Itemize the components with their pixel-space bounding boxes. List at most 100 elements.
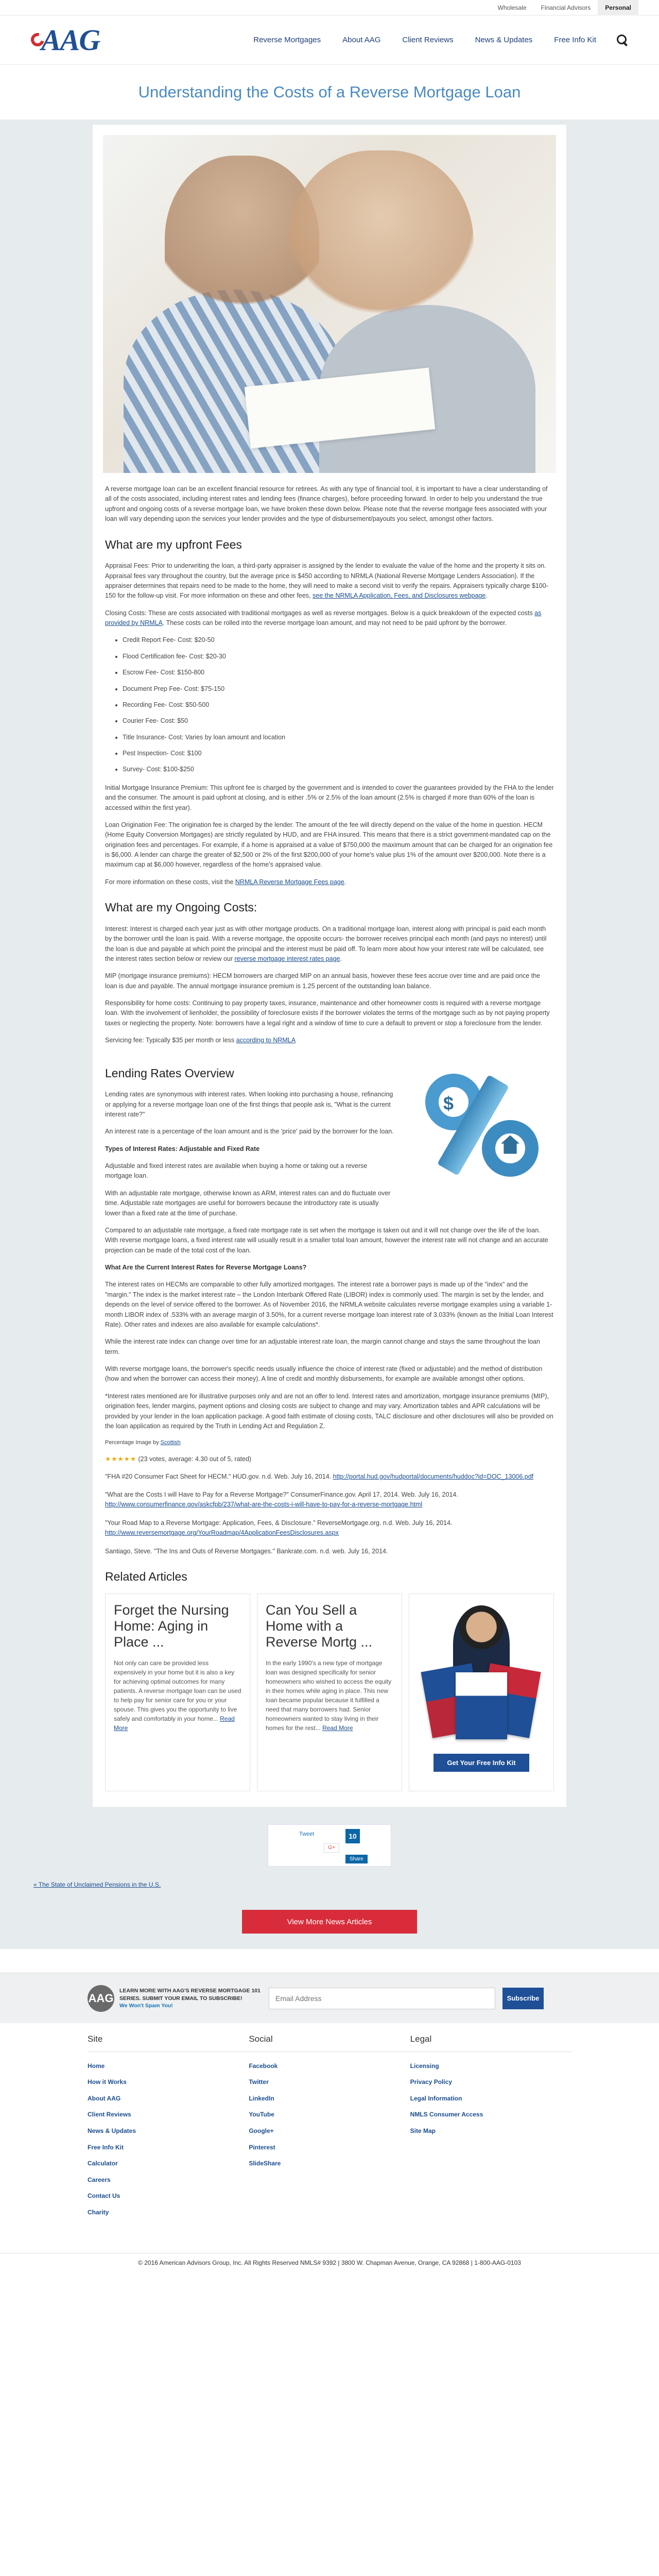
types-paragraph-1: Adjustable and fixed interest rates are …: [105, 1162, 368, 1180]
previous-article: « The State of Unclaimed Pensions in the…: [33, 1880, 626, 1890]
footer-link[interactable]: Careers: [88, 2175, 249, 2185]
footer-link[interactable]: Charity: [88, 2208, 249, 2217]
page-title: Understanding the Costs of a Reverse Mor…: [138, 82, 521, 101]
list-item: Document Prep Fee- Cost: $75-150: [123, 684, 554, 694]
page-title-band: Understanding the Costs of a Reverse Mor…: [0, 65, 659, 120]
related-card[interactable]: Forget the Nursing Home: Aging in Place …: [105, 1593, 250, 1791]
tweet-button[interactable]: Tweet: [299, 1830, 314, 1839]
rating-stars-icon[interactable]: ★★★★★: [105, 1455, 136, 1463]
closing-paragraph: Closing Costs: These are costs associate…: [105, 609, 542, 627]
view-more-button[interactable]: View More News Articles: [242, 1910, 417, 1934]
interest-paragraph: Interest: Interest is charged each year …: [105, 925, 547, 962]
nrmla-fees-page-link[interactable]: NRMLA Reverse Mortgage Fees page: [235, 878, 344, 886]
types-paragraph-2: With an adjustable rate mortgage, otherw…: [105, 1189, 391, 1217]
footer-col-social: Social Facebook Twitter LinkedIn YouTube…: [249, 2032, 410, 2253]
footer-link[interactable]: Free Info Kit: [88, 2143, 249, 2153]
nav-reverse-mortgages[interactable]: Reverse Mortgages: [253, 34, 321, 46]
percentage-image: $: [400, 1053, 554, 1187]
dollar-icon: $: [443, 1092, 454, 1114]
footer-link[interactable]: Legal Information: [410, 2094, 571, 2104]
nrmla-fees-link[interactable]: see the NRMLA Application, Fees, and Dis…: [313, 592, 485, 599]
footer-link[interactable]: YouTube: [249, 2110, 410, 2120]
footer-link[interactable]: Pinterest: [249, 2143, 410, 2153]
mip-ongoing-paragraph: MIP (mortgage insurance premiums): HECM …: [105, 972, 541, 990]
nav-client-reviews[interactable]: Client Reviews: [402, 34, 453, 46]
no-spam-text: We Won't Spam You!: [119, 2002, 173, 2009]
rates-heading: Lending Rates Overview: [105, 1066, 234, 1080]
card-body: Not only can care be provided less expen…: [114, 1659, 241, 1732]
info-kit-card: Get Your Free Info Kit: [409, 1593, 554, 1791]
article: A reverse mortgage loan can be an excell…: [93, 125, 566, 1807]
footer-heading: Site: [88, 2032, 249, 2052]
subscribe-button[interactable]: Subscribe: [502, 1987, 544, 2009]
footer-link[interactable]: Privacy Policy: [410, 2077, 571, 2087]
share-box: Tweet 10 G+ Share: [268, 1824, 391, 1867]
nav-free-info-kit[interactable]: Free Info Kit: [554, 34, 596, 46]
interest-rates-link[interactable]: reverse mortgage interest rates page: [235, 955, 340, 962]
card-title[interactable]: Can You Sell a Home with a Reverse Mortg…: [266, 1602, 393, 1650]
list-item: Credit Report Fee- Cost: $20-50: [123, 635, 554, 645]
nav-about-aag[interactable]: About AAG: [342, 34, 380, 46]
util-financial-advisors[interactable]: Financial Advisors: [534, 0, 598, 15]
reference: "FHA #20 Consumer Fact Sheet for HECM." …: [105, 1472, 534, 1480]
references: "FHA #20 Consumer Fact Sheet for HECM." …: [105, 1472, 554, 1556]
footer-link[interactable]: Calculator: [88, 2159, 249, 2168]
read-more-link[interactable]: Read More: [322, 1724, 353, 1732]
footer-link[interactable]: LinkedIn: [249, 2094, 410, 2104]
reference: Santiago, Steve. "The Ins and Outs of Re…: [105, 1547, 388, 1555]
servicing-paragraph: Servicing fee: Typically $35 per month o…: [105, 1037, 296, 1044]
disclaimer: *Interest rates mentioned are for illust…: [105, 1392, 553, 1430]
search-icon[interactable]: [617, 34, 628, 46]
footer-link[interactable]: Site Map: [410, 2126, 571, 2136]
list-item: Escrow Fee- Cost: $150-800: [123, 668, 554, 677]
servicing-nrmla-link[interactable]: according to NRMLA: [236, 1037, 296, 1044]
list-item: Title Insurance- Cost: Varies by loan am…: [123, 733, 554, 742]
related-heading: Related Articles: [105, 1569, 187, 1583]
logo-text: AAG: [41, 23, 100, 57]
aag-logo[interactable]: AAG: [28, 17, 100, 63]
related-card[interactable]: Can You Sell a Home with a Reverse Mortg…: [257, 1593, 402, 1791]
card-title[interactable]: Forget the Nursing Home: Aging in Place …: [114, 1602, 241, 1650]
image-credit: Percentage Image by Scottish: [105, 1439, 181, 1446]
util-personal[interactable]: Personal: [598, 0, 638, 15]
footer-link[interactable]: Client Reviews: [88, 2110, 249, 2120]
reference-link[interactable]: http://www.reversemortgage.org/YourRoadm…: [105, 1529, 339, 1536]
previous-article-link[interactable]: « The State of Unclaimed Pensions in the…: [33, 1881, 161, 1888]
reference: "What are the Costs I will Have to Pay f…: [105, 1491, 458, 1509]
footer-link[interactable]: Licensing: [410, 2061, 571, 2071]
linkedin-share-button[interactable]: Share: [345, 1854, 368, 1864]
nav-news-updates[interactable]: News & Updates: [475, 34, 533, 46]
get-info-kit-button[interactable]: Get Your Free Info Kit: [433, 1753, 529, 1772]
footer-link[interactable]: News & Updates: [88, 2126, 249, 2136]
rating: ★★★★★ (23 votes, average: 4.30 out of 5,…: [105, 1454, 554, 1464]
footer-link[interactable]: How it Works: [88, 2077, 249, 2087]
current-paragraph-1: The interest rates on HECMs are comparab…: [105, 1281, 553, 1328]
reference-link[interactable]: http://portal.hud.gov/hudportal/document…: [333, 1473, 534, 1480]
appraisal-paragraph: Appraisal Fees: Prior to underwriting th…: [105, 562, 548, 600]
email-input[interactable]: [269, 1987, 495, 2009]
footer-link[interactable]: Home: [88, 2061, 249, 2071]
types-heading: Types of Interest Rates: Adjustable and …: [105, 1145, 260, 1153]
footer-link[interactable]: Facebook: [249, 2061, 410, 2071]
footer-link[interactable]: SlideShare: [249, 2159, 410, 2168]
upfront-heading: What are my upfront Fees: [105, 537, 242, 551]
card-body: In the early 1990's a new type of mortga…: [266, 1659, 392, 1732]
rates-paragraph-1: Lending rates are synonymous with intere…: [105, 1091, 393, 1118]
util-wholesale[interactable]: Wholesale: [491, 0, 534, 15]
origination-paragraph: Loan Origination Fee: The origination fe…: [105, 821, 553, 869]
credit-link[interactable]: Scottish: [161, 1439, 181, 1446]
footer-link[interactable]: About AAG: [88, 2094, 249, 2104]
more-articles-wrap: View More News Articles: [0, 1910, 659, 1934]
reference: "Your Road Map to a Reverse Mortgage: Ap…: [105, 1519, 453, 1537]
footer-link[interactable]: Google+: [249, 2126, 410, 2136]
footer-link[interactable]: Contact Us: [88, 2191, 249, 2201]
footer-heading: Legal: [410, 2032, 571, 2052]
footer-link[interactable]: Twitter: [249, 2077, 410, 2087]
reference-link[interactable]: http://www.consumerfinance.gov/askcfpb/2…: [105, 1501, 422, 1508]
utility-bar: Wholesale Financial Advisors Personal: [0, 0, 659, 15]
linkedin-icon[interactable]: 10: [345, 1828, 360, 1843]
list-item: Courier Fee- Cost: $50: [123, 716, 554, 726]
list-item: Recording Fee- Cost: $50-500: [123, 700, 554, 710]
google-plus-button[interactable]: G+: [324, 1843, 339, 1853]
footer-link[interactable]: NMLS Consumer Access: [410, 2110, 571, 2120]
